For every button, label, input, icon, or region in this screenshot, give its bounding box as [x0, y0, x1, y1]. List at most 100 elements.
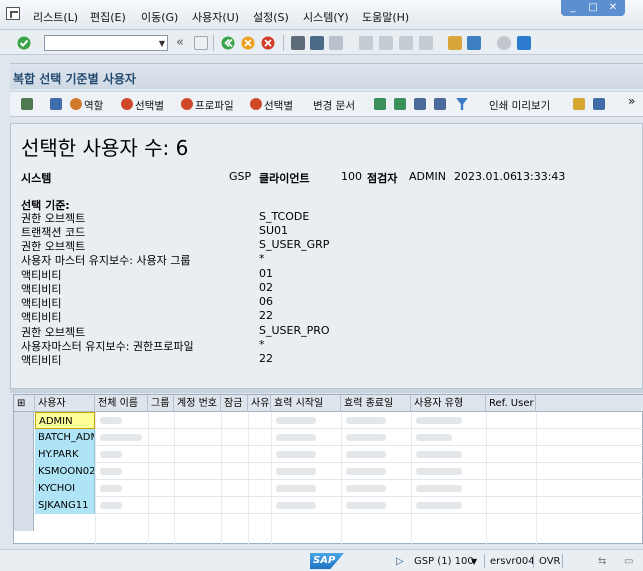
command-field[interactable]: ▼ — [44, 35, 168, 51]
status-play-icon[interactable]: ▷ — [396, 556, 404, 567]
refresh-icon[interactable] — [21, 98, 33, 110]
user-cell[interactable]: KSMOON02 — [35, 463, 95, 480]
enter-icon[interactable] — [17, 36, 31, 50]
filter-icon[interactable] — [456, 98, 468, 110]
menu-list[interactable]: 리스트(L) — [33, 9, 78, 25]
exit-icon[interactable] — [241, 36, 255, 50]
role-button[interactable]: 역할 — [84, 98, 103, 113]
print-icon[interactable] — [291, 36, 305, 50]
row-selector[interactable] — [14, 480, 34, 497]
table-row[interactable]: HY.PARK — [14, 446, 643, 463]
menu-help[interactable]: 도움말(H) — [362, 9, 409, 25]
menu-system[interactable]: 시스템(Y) — [303, 9, 349, 25]
restore-button[interactable]: □ — [584, 1, 602, 14]
last-page-icon[interactable] — [419, 36, 433, 50]
report-list: 선택한 사용자 수: 6 시스템 GSP 클라이언트 100 점검자 ADMIN… — [10, 123, 643, 389]
column-icon[interactable] — [414, 98, 426, 110]
report-time: 13:33:43 — [516, 170, 566, 183]
column-header[interactable]: 사용자 — [35, 395, 95, 412]
criteria-value: * — [259, 338, 265, 351]
back-icon[interactable] — [221, 36, 235, 50]
column-header[interactable]: 효력 종료일 — [341, 395, 411, 412]
chevron-down-icon[interactable]: ▼ — [471, 557, 477, 566]
criteria-value: S_USER_PRO — [259, 324, 330, 337]
status-separator — [533, 554, 534, 568]
row-selector[interactable] — [14, 497, 34, 514]
menu-edit[interactable]: 편집(E) — [90, 9, 126, 25]
user-cell[interactable]: ADMIN — [35, 412, 95, 429]
first-page-icon[interactable] — [359, 36, 373, 50]
row-selector[interactable] — [14, 514, 34, 531]
criteria-value: 22 — [259, 309, 273, 322]
column-header[interactable]: 사유 — [248, 395, 271, 412]
select-all-icon[interactable]: ⊞ — [14, 395, 35, 412]
expand-icon[interactable]: « — [176, 35, 184, 50]
cancel-icon[interactable] — [261, 36, 275, 50]
menu-goto[interactable]: 이동(G) — [141, 9, 178, 25]
export-icon[interactable] — [434, 98, 446, 110]
abc-analysis-icon[interactable] — [593, 98, 605, 110]
menu-user[interactable]: 사용자(U) — [192, 9, 239, 25]
user-cell[interactable]: HY.PARK — [35, 446, 95, 463]
selection-by-button-2[interactable]: 선택별 — [264, 98, 293, 113]
column-header[interactable]: 잠금 — [221, 395, 248, 412]
row-selector[interactable] — [14, 412, 34, 429]
selection-icon[interactable] — [121, 98, 133, 110]
table-row[interactable]: SJKANG11 — [14, 497, 643, 514]
application-toolbar: 역할 선택별 프로파일 선택별 변경 문서 인쇄 미리보기 » — [10, 91, 643, 117]
splitter-handle[interactable] — [10, 389, 643, 393]
system-menu-icon[interactable] — [6, 7, 20, 20]
column-header[interactable]: 효력 시작일 — [271, 395, 341, 412]
system-value: GSP — [229, 170, 252, 183]
column-header[interactable]: 사용자 유형 — [411, 395, 486, 412]
sort-ascending-icon[interactable] — [374, 98, 386, 110]
page-title: 복합 선택 기준별 사용자 — [13, 72, 136, 86]
column-header[interactable]: Ref. User — [486, 395, 536, 412]
table-row[interactable]: KYCHOI — [14, 480, 643, 497]
layout-icon[interactable] — [573, 98, 585, 110]
sort-descending-icon[interactable] — [394, 98, 406, 110]
close-button[interactable]: ✕ — [604, 1, 622, 14]
redacted-valid-from — [276, 417, 316, 424]
column-header[interactable]: 그룹 — [148, 395, 174, 412]
selection-icon[interactable] — [250, 98, 262, 110]
report-heading: 선택한 사용자 수: 6 — [21, 136, 189, 160]
table-row[interactable]: BATCH_ADM — [14, 429, 643, 446]
table-row[interactable]: KSMOON02 — [14, 463, 643, 480]
redacted-name — [100, 451, 122, 458]
user-cell[interactable]: KYCHOI — [35, 480, 95, 497]
row-selector[interactable] — [14, 429, 34, 446]
transfer-icon[interactable]: ⇆ — [598, 556, 606, 567]
input-mode[interactable]: OVR — [539, 556, 560, 567]
selection-by-button[interactable]: 선택별 — [135, 98, 164, 113]
profile-icon[interactable] — [181, 98, 193, 110]
new-session-icon[interactable] — [448, 36, 462, 50]
minimize-button[interactable]: _ — [564, 1, 582, 14]
table-row[interactable]: ADMIN — [14, 412, 643, 429]
redacted-valid-from — [276, 468, 316, 475]
help-icon[interactable] — [497, 36, 511, 50]
connection-icon[interactable]: ▭ — [624, 556, 633, 567]
menu-settings[interactable]: 설정(S) — [253, 9, 289, 25]
row-selector[interactable] — [14, 446, 34, 463]
customize-layout-icon[interactable] — [517, 36, 531, 50]
more-button[interactable]: » — [628, 94, 635, 108]
user-cell[interactable]: SJKANG11 — [35, 497, 95, 514]
chevron-down-icon[interactable]: ▼ — [159, 39, 165, 48]
find-icon[interactable] — [310, 36, 324, 50]
column-header[interactable]: 전체 이름 — [95, 395, 148, 412]
previous-page-icon[interactable] — [379, 36, 393, 50]
role-icon[interactable] — [70, 98, 82, 110]
next-page-icon[interactable] — [399, 36, 413, 50]
detail-icon[interactable] — [50, 98, 62, 110]
save-icon[interactable] — [194, 36, 208, 50]
system-session[interactable]: GSP (1) 100 — [414, 556, 474, 567]
row-selector[interactable] — [14, 463, 34, 480]
print-preview-button[interactable]: 인쇄 미리보기 — [489, 98, 550, 113]
profile-button[interactable]: 프로파일 — [195, 98, 234, 113]
shortcut-icon[interactable] — [467, 36, 481, 50]
user-cell[interactable]: BATCH_ADM — [35, 429, 95, 446]
change-documents-button[interactable]: 변경 문서 — [313, 98, 355, 113]
find-next-icon[interactable] — [329, 36, 343, 50]
column-header[interactable]: 계정 번호 — [174, 395, 221, 412]
